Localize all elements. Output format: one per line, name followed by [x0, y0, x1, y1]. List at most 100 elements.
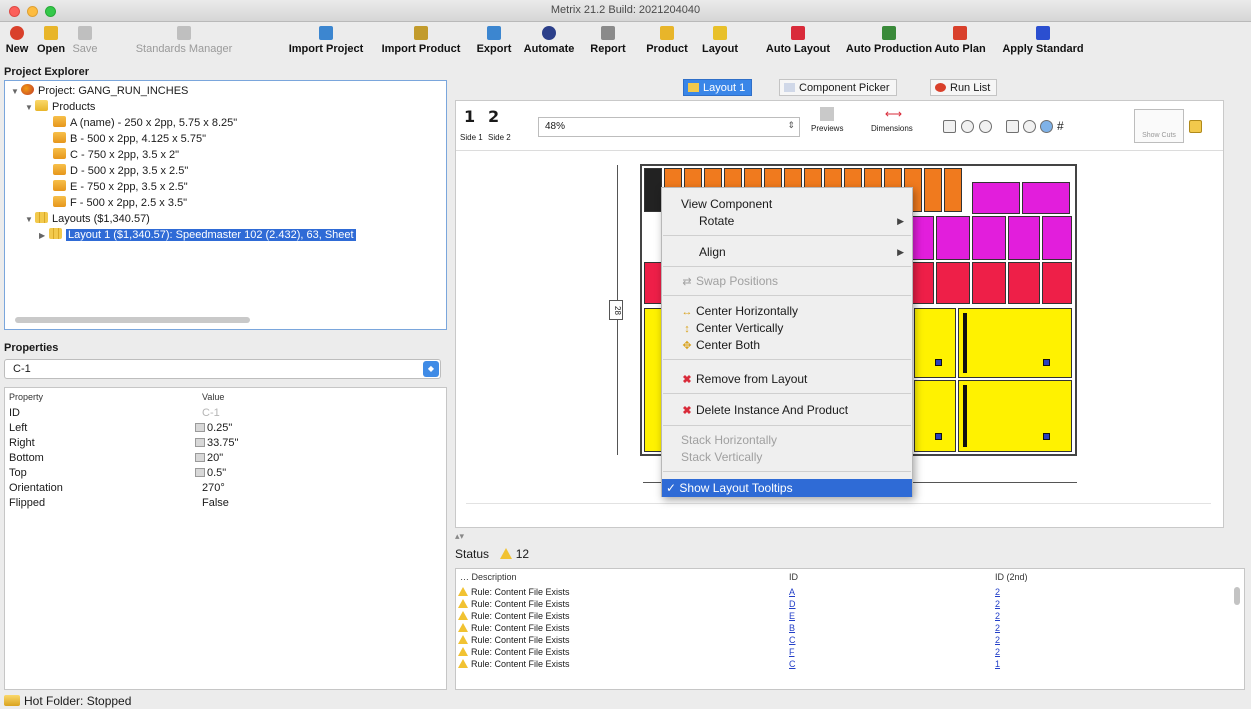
component-c[interactable]	[924, 168, 942, 212]
tree-item-product[interactable]: B - 500 x 2pp, 4.125 x 5.75"	[53, 131, 206, 147]
crop-icon[interactable]	[1006, 120, 1019, 133]
property-row[interactable]: Orientation 270°	[5, 481, 446, 496]
tree-item-product[interactable]: E - 750 x 2pp, 3.5 x 2.5"	[53, 179, 188, 195]
stepper-icon[interactable]: ⇕	[787, 120, 795, 131]
disclosure-open-icon[interactable]: ▼	[25, 100, 35, 116]
component-f[interactable]	[936, 262, 970, 304]
component-c[interactable]	[944, 168, 962, 212]
menu-item-show-layout-tooltips[interactable]: ✓ Show Layout Tooltips	[662, 479, 912, 497]
id2-link[interactable]: 2	[995, 586, 1000, 598]
status-row[interactable]: Rule: Content File Exists E 2	[456, 610, 1244, 622]
id2-link[interactable]: 2	[995, 634, 1000, 646]
id-link[interactable]: E	[789, 610, 795, 622]
property-row[interactable]: Bottom 20"	[5, 451, 446, 466]
component-d[interactable]	[1042, 216, 1072, 260]
status-row[interactable]: Rule: Content File Exists C 2	[456, 634, 1244, 646]
product-button[interactable]: Product	[643, 24, 691, 64]
disclosure-open-icon[interactable]: ▼	[11, 84, 21, 100]
component-a[interactable]	[958, 308, 1072, 378]
rotate-view-icon[interactable]	[1040, 120, 1053, 133]
select-arrow-icon[interactable]: ◆	[423, 361, 439, 377]
menu-item-remove-from-layout[interactable]: ✖ Remove from Layout	[662, 370, 912, 388]
component-a[interactable]	[914, 380, 956, 452]
menu-item-view-component[interactable]: View Component	[662, 195, 912, 213]
property-row[interactable]: Right 33.75"	[5, 436, 446, 451]
import-project-button[interactable]: Import Project	[281, 24, 371, 64]
zoom-in-icon[interactable]	[961, 120, 974, 133]
auto-production-button[interactable]: Auto Production	[844, 24, 934, 64]
show-cuts-button[interactable]: Show Cuts	[1134, 109, 1184, 143]
open-button[interactable]: Open	[37, 24, 65, 64]
side-2-label[interactable]: Side 2	[488, 133, 511, 142]
apply-standard-button[interactable]: Apply Standard	[998, 24, 1088, 64]
tree-item-product[interactable]: A (name) - 250 x 2pp, 5.75 x 8.25"	[53, 115, 237, 131]
side-1-number[interactable]: 1	[464, 107, 475, 126]
component-select[interactable]: C-1 ◆	[4, 359, 441, 379]
component-f[interactable]	[1042, 262, 1072, 304]
component-a[interactable]	[914, 308, 956, 378]
standards-manager-button[interactable]: Standards Manager	[104, 24, 264, 64]
property-row[interactable]: Top 0.5"	[5, 466, 446, 481]
component-f[interactable]	[972, 262, 1006, 304]
zoom-out-icon[interactable]	[979, 120, 992, 133]
tree-item-products[interactable]: ▼ Products	[25, 99, 95, 115]
tree-item-layout-1[interactable]: ▶ Layout 1 ($1,340.57): Speedmaster 102 (…	[39, 227, 356, 243]
component-d[interactable]	[936, 216, 970, 260]
component-f[interactable]	[1008, 262, 1040, 304]
id2-link[interactable]: 2	[995, 610, 1000, 622]
column-header-description[interactable]: … Description	[460, 572, 517, 582]
id-link[interactable]: B	[789, 622, 795, 634]
status-row[interactable]: Rule: Content File Exists C 1	[456, 658, 1244, 670]
property-row[interactable]: Left 0.25"	[5, 421, 446, 436]
hot-folder-status[interactable]: Hot Folder: Stopped	[4, 694, 131, 708]
menu-item-center-vertically[interactable]: ↕ Center Vertically	[662, 319, 912, 337]
vertical-scrollbar[interactable]	[1234, 587, 1240, 605]
menu-item-delete-instance-and-product[interactable]: ✖ Delete Instance And Product	[662, 401, 912, 419]
splitter-handle[interactable]: ▴▾	[455, 531, 464, 542]
previews-button[interactable]: Previews	[811, 107, 843, 133]
id2-link[interactable]: 1	[995, 658, 1000, 670]
id-link[interactable]: C	[789, 658, 796, 670]
tab-run-list[interactable]: Run List	[930, 79, 998, 96]
id2-link[interactable]: 2	[995, 598, 1000, 610]
component-d[interactable]	[1008, 216, 1040, 260]
id-link[interactable]: D	[789, 598, 796, 610]
status-row[interactable]: Rule: Content File Exists B 2	[456, 622, 1244, 634]
fit-sheet-icon[interactable]	[943, 120, 956, 133]
tree-item-product[interactable]: C - 750 x 2pp, 3.5 x 2"	[53, 147, 179, 163]
component-c-selected[interactable]	[644, 168, 662, 212]
disclosure-open-icon[interactable]: ▼	[25, 212, 35, 228]
tab-component-picker[interactable]: Component Picker	[779, 79, 897, 96]
status-row[interactable]: Rule: Content File Exists F 2	[456, 646, 1244, 658]
auto-layout-button[interactable]: Auto Layout	[760, 24, 836, 64]
id2-link[interactable]: 2	[995, 622, 1000, 634]
id-link[interactable]: C	[789, 634, 796, 646]
project-explorer-tree[interactable]: ▼ Project: GANG_RUN_INCHES ▼ Products A (n…	[4, 80, 447, 330]
tree-item-product[interactable]: D - 500 x 2pp, 3.5 x 2.5"	[53, 163, 188, 179]
status-row[interactable]: Rule: Content File Exists D 2	[456, 598, 1244, 610]
side-2-number[interactable]: 2	[488, 107, 499, 126]
automate-button[interactable]: Automate	[519, 24, 579, 64]
tree-item-layouts[interactable]: ▼ Layouts ($1,340.57)	[25, 211, 150, 227]
report-button[interactable]: Report	[586, 24, 630, 64]
menu-item-center-both[interactable]: ✥ Center Both	[662, 336, 912, 354]
tree-item-project[interactable]: ▼ Project: GANG_RUN_INCHES	[11, 83, 188, 99]
export-button[interactable]: Export	[473, 24, 515, 64]
status-row[interactable]: Rule: Content File Exists A 2	[456, 586, 1244, 598]
import-product-button[interactable]: Import Product	[375, 24, 467, 64]
menu-item-align[interactable]: Align ▶	[662, 243, 912, 261]
tab-layout-1[interactable]: Layout 1	[683, 79, 753, 96]
column-header-id-2nd[interactable]: ID (2nd)	[995, 572, 1028, 582]
component-e[interactable]	[1022, 182, 1070, 214]
save-button[interactable]: Save	[72, 24, 98, 64]
grid-icon[interactable]: #	[1057, 120, 1070, 133]
property-row[interactable]: Flipped False	[5, 496, 446, 511]
horizontal-scrollbar[interactable]	[15, 317, 250, 323]
layers-icon[interactable]	[1189, 120, 1202, 133]
side-1-label[interactable]: Side 1	[460, 133, 483, 142]
new-button[interactable]: New	[5, 24, 29, 64]
zoom-field[interactable]: 48% ⇕	[538, 117, 800, 137]
component-a[interactable]	[958, 380, 1072, 452]
dimensions-button[interactable]: ⟷ Dimensions	[871, 107, 913, 133]
id-link[interactable]: A	[789, 586, 795, 598]
